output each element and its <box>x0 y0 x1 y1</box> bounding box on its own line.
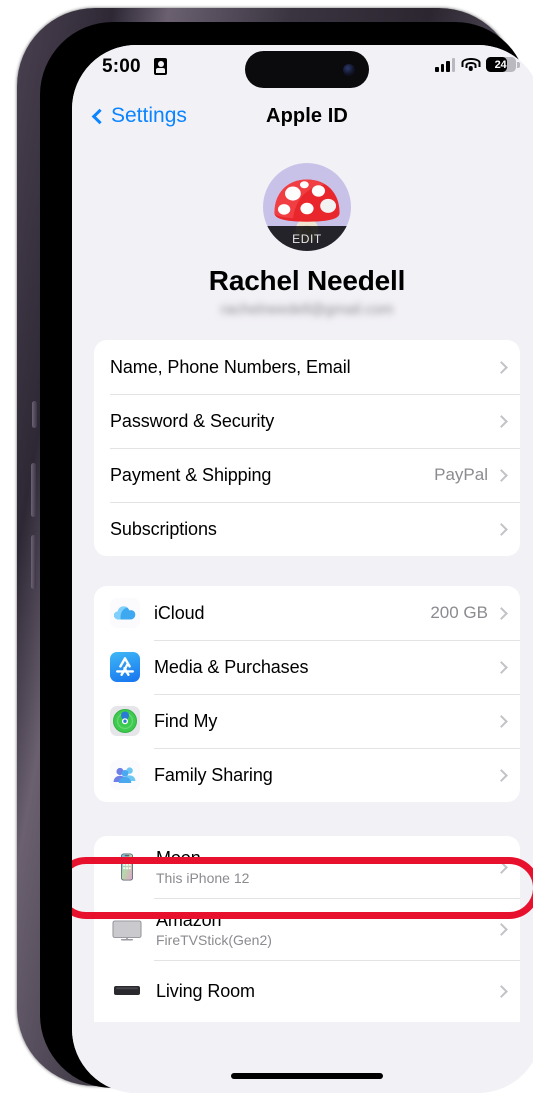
row-value-icloud-storage: 200 GB <box>430 603 488 622</box>
wifi-icon <box>461 57 480 72</box>
device-name: Moon <box>156 848 201 868</box>
chevron-right-icon <box>495 468 508 482</box>
back-button-settings[interactable]: Settings <box>91 104 187 128</box>
device-detail: FireTVStick(Gen2) <box>156 932 272 948</box>
silent-switch-button[interactable] <box>32 401 37 428</box>
navigation-bar: Settings Apple ID <box>72 91 533 141</box>
row-payment-shipping[interactable]: Payment & Shipping PayPal <box>94 448 520 502</box>
status-icons: 24 <box>435 57 520 72</box>
chevron-left-icon <box>91 108 108 124</box>
row-label: Name, Phone Numbers, Email <box>110 356 351 377</box>
settings-scroll-view[interactable]: EDIT Rachel Needell rachelneedell@gmail.… <box>72 141 533 1093</box>
chevron-right-icon <box>495 660 508 674</box>
chevron-right-icon <box>495 922 508 936</box>
avatar-edit-label[interactable]: EDIT <box>263 226 351 251</box>
iphone-icon <box>110 850 144 884</box>
status-bar: 5:00 24 <box>72 45 533 91</box>
row-media-purchases[interactable]: Media & Purchases <box>94 640 520 694</box>
row-password-security[interactable]: Password & Security <box>94 394 520 448</box>
volume-down-button[interactable] <box>31 535 36 589</box>
status-time: 5:00 <box>102 56 141 77</box>
family-sharing-icon <box>110 760 140 790</box>
account-settings-group: Name, Phone Numbers, Email Password & Se… <box>94 340 520 556</box>
device-name: Living Room <box>156 980 255 1001</box>
device-row-amazon[interactable]: Amazon FireTVStick(Gen2) <box>94 898 520 960</box>
chevron-right-icon <box>495 360 508 374</box>
phone-bezel: 5:00 24 Settings Apple ID EDIT Rachel Ne… <box>40 22 533 1093</box>
services-settings-group: iCloud 200 GB Media & Purchases Find My … <box>94 586 520 802</box>
profile-name: Rachel Needell <box>208 265 406 296</box>
row-label: Subscriptions <box>110 518 217 539</box>
chevron-right-icon <box>495 768 508 782</box>
row-icloud[interactable]: iCloud 200 GB <box>94 586 520 640</box>
device-detail: This iPhone 12 <box>156 870 250 886</box>
chevron-right-icon <box>495 414 508 428</box>
chevron-right-icon <box>495 522 508 536</box>
device-row-living-room[interactable]: Living Room <box>94 960 520 1022</box>
avatar[interactable]: EDIT <box>263 163 351 251</box>
row-value-payment: PayPal <box>434 465 488 484</box>
row-label: iCloud <box>154 602 205 623</box>
battery-percent-label: 24 <box>494 58 507 71</box>
chevron-right-icon <box>495 860 508 874</box>
phone-frame: 5:00 24 Settings Apple ID EDIT Rachel Ne… <box>17 8 533 1093</box>
dynamic-island <box>245 51 369 88</box>
apple-tv-icon <box>110 974 144 1008</box>
device-name: Amazon <box>156 910 222 930</box>
icloud-icon <box>110 598 140 628</box>
row-subscriptions[interactable]: Subscriptions <box>94 502 520 556</box>
back-button-label: Settings <box>111 104 187 127</box>
battery-icon: 24 <box>486 57 520 72</box>
row-label: Password & Security <box>110 410 275 431</box>
front-camera-icon <box>343 63 355 76</box>
volume-up-button[interactable] <box>31 463 36 517</box>
app-store-icon <box>110 652 140 682</box>
page-title: Apple ID <box>266 104 348 127</box>
home-indicator[interactable] <box>231 1073 383 1079</box>
row-label: Find My <box>154 710 218 731</box>
chevron-right-icon <box>495 984 508 998</box>
cellular-signal-icon <box>435 57 455 72</box>
row-name-phone-email[interactable]: Name, Phone Numbers, Email <box>94 340 520 394</box>
chevron-right-icon <box>495 714 508 728</box>
row-find-my[interactable]: Find My <box>94 694 520 748</box>
profile-email-redacted: rachelneedell@gmail.com <box>220 301 394 318</box>
row-label: Payment & Shipping <box>110 464 272 485</box>
location-indicator-icon <box>154 58 167 75</box>
row-label: Family Sharing <box>154 764 273 785</box>
row-family-sharing[interactable]: Family Sharing <box>94 748 520 802</box>
phone-screen: 5:00 24 Settings Apple ID EDIT Rachel Ne… <box>72 45 533 1093</box>
devices-group: Moon This iPhone 12 Amazon FireTVStick(G… <box>94 836 520 1022</box>
chevron-right-icon <box>495 606 508 620</box>
tv-icon <box>110 912 144 946</box>
profile-header: EDIT Rachel Needell rachelneedell@gmail.… <box>72 141 533 318</box>
find-my-icon <box>110 706 140 736</box>
row-label: Media & Purchases <box>154 656 309 677</box>
device-row-moon[interactable]: Moon This iPhone 12 <box>94 836 520 898</box>
